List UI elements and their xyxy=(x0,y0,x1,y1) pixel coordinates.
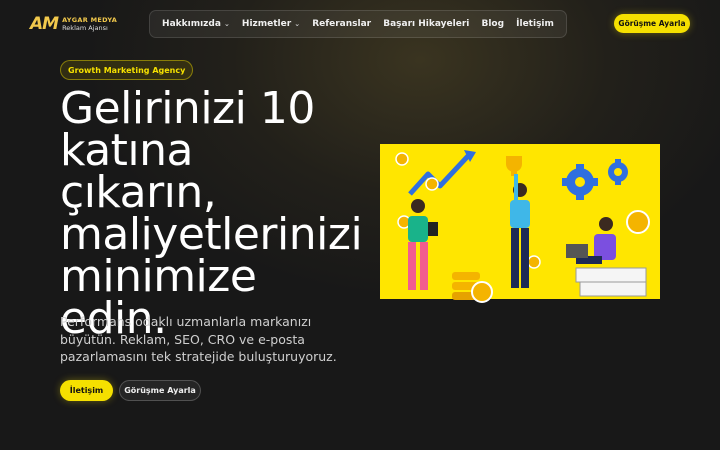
nav-item-label: Hakkımızda xyxy=(162,19,221,29)
nav-item-basari-hikayeleri[interactable]: Başarı Hikayeleri xyxy=(383,19,469,29)
headline-line: Gelirinizi 10 xyxy=(60,83,315,134)
coin-icon xyxy=(527,255,541,269)
nav-item-hizmetler[interactable]: Hizmetler ⌄ xyxy=(242,19,300,29)
headline-line: maliyetlerinizi xyxy=(60,209,363,260)
brand-tagline: Reklam Ajansı xyxy=(62,23,108,32)
nav-item-label: Hizmetler xyxy=(241,19,292,29)
hero-illustration xyxy=(380,144,660,303)
coin-icon xyxy=(626,210,650,234)
contact-button[interactable]: İletişim xyxy=(60,380,113,401)
coin-icon xyxy=(395,152,409,166)
hero-headline: Gelirinizi 10 katına çıkarın, maliyetler… xyxy=(60,83,363,341)
brand-name: AYGAR MEDYA xyxy=(62,16,118,24)
header-cta-button[interactable]: Görüşme Ayarla xyxy=(614,14,690,33)
coin-icon xyxy=(425,177,439,191)
nav-item-hakkimizda[interactable]: Hakkımızda ⌄ xyxy=(162,19,230,29)
headline-line: minimize xyxy=(60,251,257,302)
logo-text: AYGAR MEDYA Reklam Ajansı xyxy=(62,17,117,31)
logo-mark: AM xyxy=(30,14,59,34)
nav-item-label: Referanslar xyxy=(312,19,372,29)
nav-item-label: Başarı Hikayeleri xyxy=(383,19,470,29)
main-nav: Hakkımızda ⌄ Hizmetler ⌄ Referanslar Baş… xyxy=(149,10,567,38)
hero-subtitle: Performans odaklı uzmanlarla markanızı b… xyxy=(60,314,337,364)
nav-item-iletisim[interactable]: İletişim xyxy=(516,19,554,29)
nav-item-label: Blog xyxy=(481,19,505,29)
headline-line: katına çıkarın, xyxy=(60,125,217,218)
schedule-meeting-button[interactable]: Görüşme Ayarla xyxy=(119,380,201,401)
nav-item-label: İletişim xyxy=(516,19,554,29)
brand-logo[interactable]: AM AYGAR MEDYA Reklam Ajansı xyxy=(30,14,117,34)
chevron-down-icon: ⌄ xyxy=(223,20,230,28)
nav-item-referanslar[interactable]: Referanslar xyxy=(312,19,371,29)
nav-item-blog[interactable]: Blog xyxy=(481,19,504,29)
chevron-down-icon: ⌄ xyxy=(294,20,301,28)
hero-badge: Growth Marketing Agency xyxy=(60,60,194,80)
